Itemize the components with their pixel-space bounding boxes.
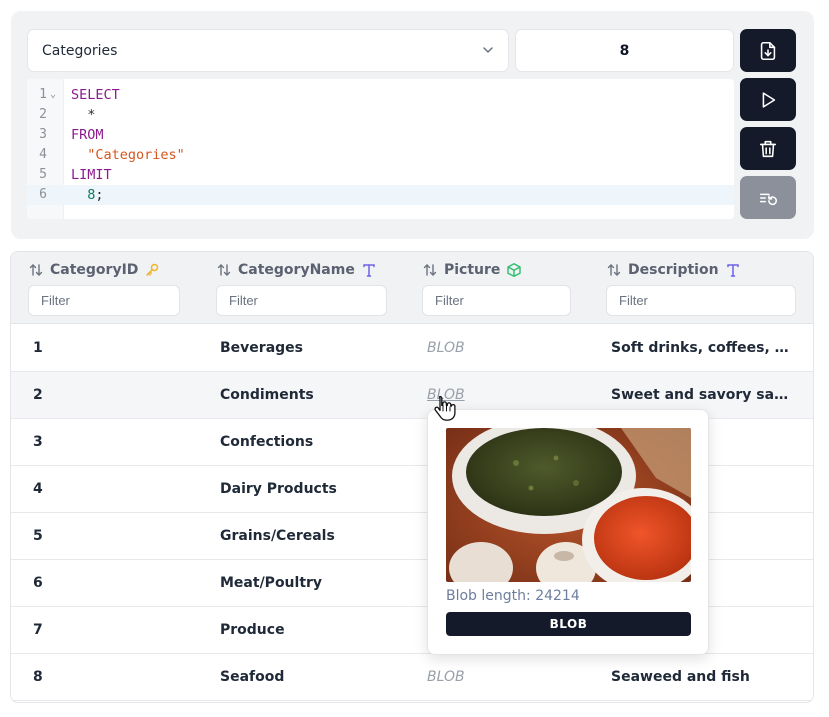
cell-categoryname: Seafood [220,669,285,685]
code-token: FROM [71,127,104,143]
column-label: Picture [444,262,501,278]
code-token: 8 [71,187,96,203]
trash-icon [759,140,777,157]
code-text: FROM [71,125,104,145]
text-type-icon [363,264,375,277]
cell-categoryname: Beverages [220,340,303,356]
code-token: "Categories" [71,147,185,163]
column-header-categoryname[interactable]: CategoryName [216,262,377,278]
limit-value: 8 [619,42,630,59]
code-line[interactable]: 4 "Categories" [27,145,734,165]
code-text: 8; [71,185,104,205]
query-panel: Categories 8 1 ⌄ SELECT 2 * 3 FROM 4 "Categori… [11,11,814,239]
code-text: LIMIT [71,165,112,185]
table-select-value: Categories [42,42,118,59]
sql-editor[interactable]: 1 ⌄ SELECT 2 * 3 FROM 4 "Categories" 5 LIMIT 6 8; [27,79,734,219]
blob-cube-icon [507,263,522,277]
cell-categoryname: Dairy Products [220,481,337,497]
column-header-description[interactable]: Description [606,262,741,278]
filter-input-categoryid[interactable] [28,285,180,316]
code-token: * [71,107,96,123]
table-header: CategoryID CategoryName Picture [11,252,813,324]
code-text: "Categories" [71,145,185,165]
export-button[interactable] [740,29,796,72]
filter-input-description[interactable] [606,285,796,316]
cell-categoryid: 4 [33,481,43,497]
cell-categoryid: 1 [33,340,43,356]
sort-icon [29,264,43,276]
cell-categoryname: Produce [220,622,285,638]
table-row[interactable]: 8 Seafood BLOB Seaweed and fish [11,654,813,701]
fold-chevron-icon[interactable]: ⌄ [50,85,56,105]
cell-categoryid: 2 [33,387,43,403]
column-header-categoryid[interactable]: CategoryID [28,262,160,278]
code-line[interactable]: 6 8; [27,185,734,205]
file-download-icon [760,41,776,60]
play-icon [762,91,776,108]
code-line[interactable]: 2 * [27,105,734,125]
column-label: Description [628,262,719,278]
chevron-down-icon [483,47,493,53]
line-number: 2 [39,107,47,122]
code-text: * [71,105,95,125]
code-token: ; [95,187,104,203]
cell-description: Seaweed and fish [611,669,750,685]
cell-categoryname: Meat/Poultry [220,575,323,591]
blob-preview-image [446,428,691,582]
line-number: 3 [39,127,47,142]
format-history-icon [759,193,777,205]
key-icon [146,263,159,276]
line-number: 1 [39,87,47,102]
blob-length-label: Blob length: 24214 [446,588,580,604]
cell-categoryname: Grains/Cereals [220,528,335,544]
sort-icon [423,264,437,276]
code-token: SELECT [71,87,120,103]
cell-categoryid: 8 [33,669,43,685]
code-line[interactable]: 5 LIMIT [27,165,734,185]
text-type-icon [726,264,739,277]
line-number: 4 [39,147,47,162]
filter-input-picture[interactable] [422,285,571,316]
cell-categoryid: 6 [33,575,43,591]
column-header-picture[interactable]: Picture [422,262,522,278]
cell-picture[interactable]: BLOB [427,654,577,701]
column-label: CategoryID [50,262,139,278]
clear-button[interactable] [740,127,796,170]
cell-categoryid: 3 [33,434,43,450]
line-number: 6 [39,187,47,202]
cell-categoryname: Condiments [220,387,314,403]
column-label: CategoryName [238,262,355,278]
run-query-button[interactable] [740,78,796,121]
code-text: SELECT [71,85,120,105]
hand-cursor-icon [434,395,456,421]
code-token: LIMIT [71,167,112,183]
sort-icon [217,264,231,276]
sort-icon [607,264,621,276]
cell-categoryid: 7 [33,622,43,638]
cell-categoryname: Confections [220,434,314,450]
line-number: 5 [39,167,47,182]
code-line[interactable]: 1 ⌄ SELECT [27,85,734,105]
table-row[interactable]: 1 Beverages BLOB Soft drinks, coffees, te… [11,325,813,372]
cell-categoryid: 5 [33,528,43,544]
blob-preview-popover: Blob length: 24214 BLOB [427,409,709,655]
blob-download-button[interactable]: BLOB [446,612,691,636]
cell-picture[interactable]: BLOB [427,325,577,372]
limit-input[interactable]: 8 [515,29,734,72]
table-select[interactable]: Categories [27,29,509,72]
code-line[interactable]: 3 FROM [27,125,734,145]
cell-description: Soft drinks, coffees, te… [611,340,791,356]
format-button[interactable] [740,176,796,219]
filter-input-categoryname[interactable] [216,285,387,316]
